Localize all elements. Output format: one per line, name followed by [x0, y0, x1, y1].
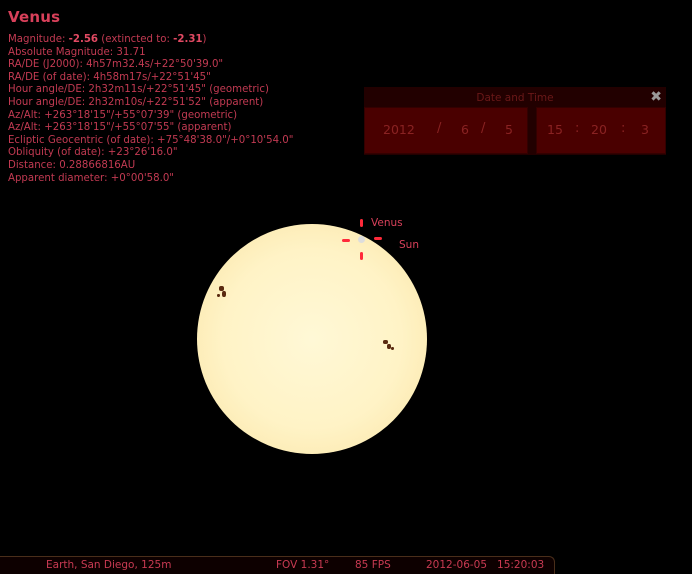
- magnitude-label: Magnitude:: [8, 34, 66, 45]
- second-field[interactable]: 3: [641, 122, 649, 137]
- magnitude-value: -2.56: [68, 34, 99, 45]
- info-line: RA/DE (J2000): 4h57m32.4s/+22°50'39.0": [8, 59, 224, 71]
- fov-readout: FOV 1.31°: [276, 559, 330, 571]
- time-separator: :: [575, 121, 580, 136]
- info-line: Ecliptic Geocentric (of date): +75°48'38…: [8, 134, 294, 146]
- year-field[interactable]: 2012: [383, 122, 415, 137]
- date-time-dialog: Date and Time ✖ 2012 / 6 / 5 15 : 20 : 3: [364, 87, 666, 155]
- info-line: Hour angle/DE: 2h32m10s/+22°51'52" (appa…: [8, 96, 264, 108]
- info-line: Az/Alt: +263°18'15"/+55°07'39" (geometri…: [8, 109, 238, 121]
- date-separator: /: [481, 121, 486, 136]
- info-line: Distance: 0.28866816AU: [8, 159, 136, 171]
- magnitude-line: Magnitude: -2.56 (extincted to: -2.31): [8, 34, 293, 47]
- close-icon[interactable]: ✖: [650, 89, 662, 105]
- hour-field[interactable]: 15: [547, 122, 563, 137]
- sun-label: Sun: [399, 239, 419, 251]
- object-info-panel: Venus Magnitude: -2.56 (extincted to: -2…: [8, 8, 293, 185]
- selection-marker-right: [374, 237, 382, 240]
- sunspot: [217, 294, 220, 297]
- date-separator: /: [437, 121, 442, 136]
- extincted-label: (extincted to:: [101, 34, 170, 45]
- info-line: Apparent diameter: +0°00'58.0": [8, 172, 174, 184]
- time-editor: 15 : 20 : 3: [536, 107, 666, 154]
- location-readout[interactable]: Earth, San Diego, 125m: [46, 559, 171, 571]
- minute-field[interactable]: 20: [591, 122, 607, 137]
- venus-label: Venus: [371, 217, 403, 229]
- datetime-readout[interactable]: 2012-06-05 15:20:03: [426, 559, 544, 571]
- venus-disk[interactable]: [358, 236, 365, 243]
- extincted-close: ): [202, 34, 207, 45]
- info-line: RA/DE (of date): 4h58m17s/+22°51'45": [8, 71, 211, 83]
- sunspot: [222, 291, 226, 297]
- selection-marker-top: [360, 219, 363, 227]
- info-line: Obliquity (of date): +23°26'16.0": [8, 147, 178, 159]
- month-field[interactable]: 6: [461, 122, 469, 137]
- selection-marker-left: [342, 239, 350, 242]
- selection-marker-bottom: [360, 252, 363, 260]
- status-bar: Earth, San Diego, 125m FOV 1.31° 85 FPS …: [0, 556, 555, 574]
- date-editor: 2012 / 6 / 5: [364, 107, 528, 154]
- day-field[interactable]: 5: [505, 122, 513, 137]
- object-name: Venus: [8, 8, 61, 26]
- time-separator: :: [621, 121, 626, 136]
- info-line: Hour angle/DE: 2h32m11s/+22°51'45" (geom…: [8, 84, 269, 96]
- dialog-title: Date and Time: [476, 92, 554, 104]
- sun-disk[interactable]: [197, 224, 427, 454]
- extincted-value: -2.31: [173, 34, 203, 45]
- info-line: Az/Alt: +263°18'15"/+55°07'55" (apparent…: [8, 122, 232, 134]
- info-line: Absolute Magnitude: 31.71: [8, 46, 146, 58]
- sunspot: [391, 347, 394, 350]
- fps-readout: 85 FPS: [355, 559, 391, 571]
